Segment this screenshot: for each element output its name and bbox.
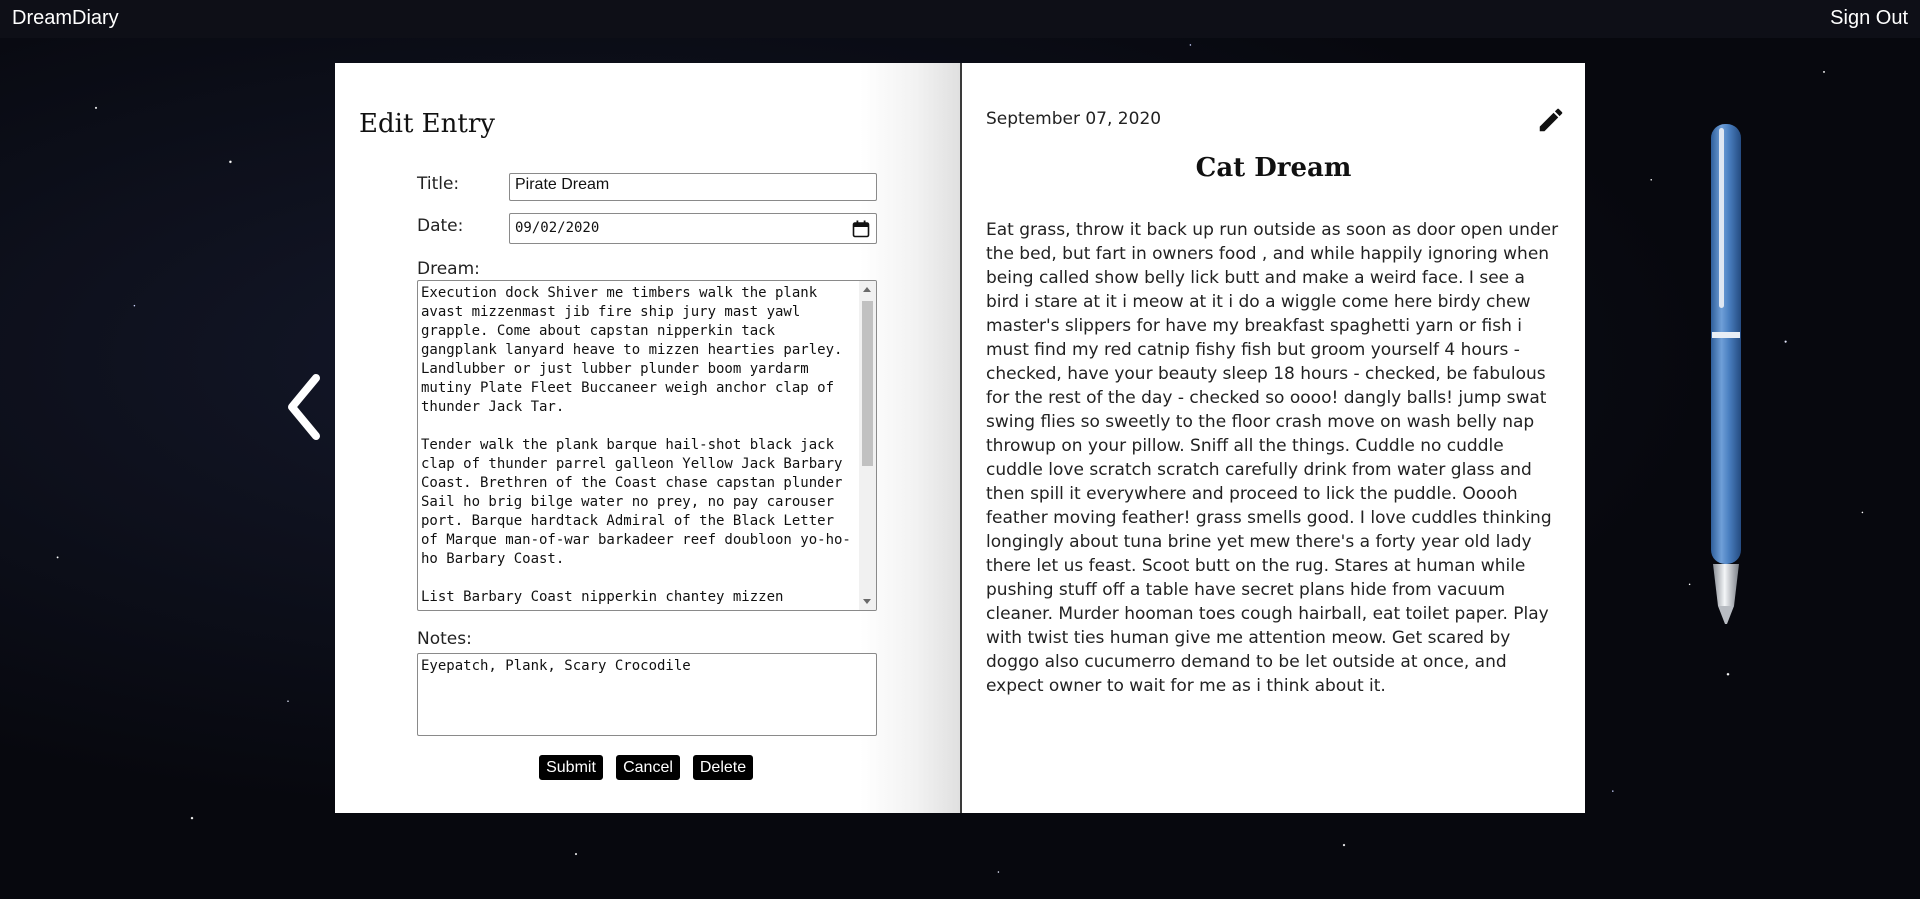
edit-entry-heading: Edit Entry [359, 109, 495, 139]
dream-text: Execution dock Shiver me timbers walk th… [421, 285, 851, 605]
delete-button[interactable]: Delete [693, 755, 753, 780]
scroll-up-icon[interactable] [863, 287, 871, 292]
brand-logo[interactable]: DreamDiary [12, 7, 119, 30]
notes-label: Notes: [417, 629, 472, 649]
scroll-thumb[interactable] [862, 301, 873, 466]
title-label: Title: [417, 174, 460, 194]
submit-button[interactable]: Submit [539, 755, 603, 780]
entry-date: September 07, 2020 [986, 109, 1162, 129]
date-label: Date: [417, 216, 464, 236]
notes-textarea[interactable]: Eyepatch, Plank, Scary Crocodile [417, 653, 877, 736]
diary-book: Edit Entry Title: Pirate Dream Date: 09/… [335, 63, 1585, 813]
sign-out-link[interactable]: Sign Out [1830, 7, 1908, 30]
top-nav-bar: DreamDiary Sign Out [0, 0, 1920, 38]
chevron-left-icon[interactable] [284, 372, 328, 442]
entry-body: Eat grass, throw it back up run outside … [986, 220, 1559, 696]
right-page: September 07, 2020 Cat Dream Eat grass, … [962, 63, 1585, 813]
calendar-icon[interactable] [852, 220, 870, 238]
title-input[interactable]: Pirate Dream [509, 173, 877, 201]
date-value: 09/02/2020 [515, 220, 600, 236]
pencil-icon[interactable] [1536, 105, 1566, 135]
entry-title: Cat Dream [1195, 153, 1352, 183]
dream-label: Dream: [417, 259, 480, 279]
pen-icon [1711, 124, 1741, 624]
cancel-button[interactable]: Cancel [616, 755, 680, 780]
dream-textarea[interactable]: Execution dock Shiver me timbers walk th… [417, 280, 877, 611]
left-page: Edit Entry Title: Pirate Dream Date: 09/… [335, 63, 960, 813]
dream-scrollbar[interactable] [859, 281, 876, 610]
scroll-down-icon[interactable] [863, 599, 871, 604]
date-input[interactable]: 09/02/2020 [509, 213, 877, 244]
